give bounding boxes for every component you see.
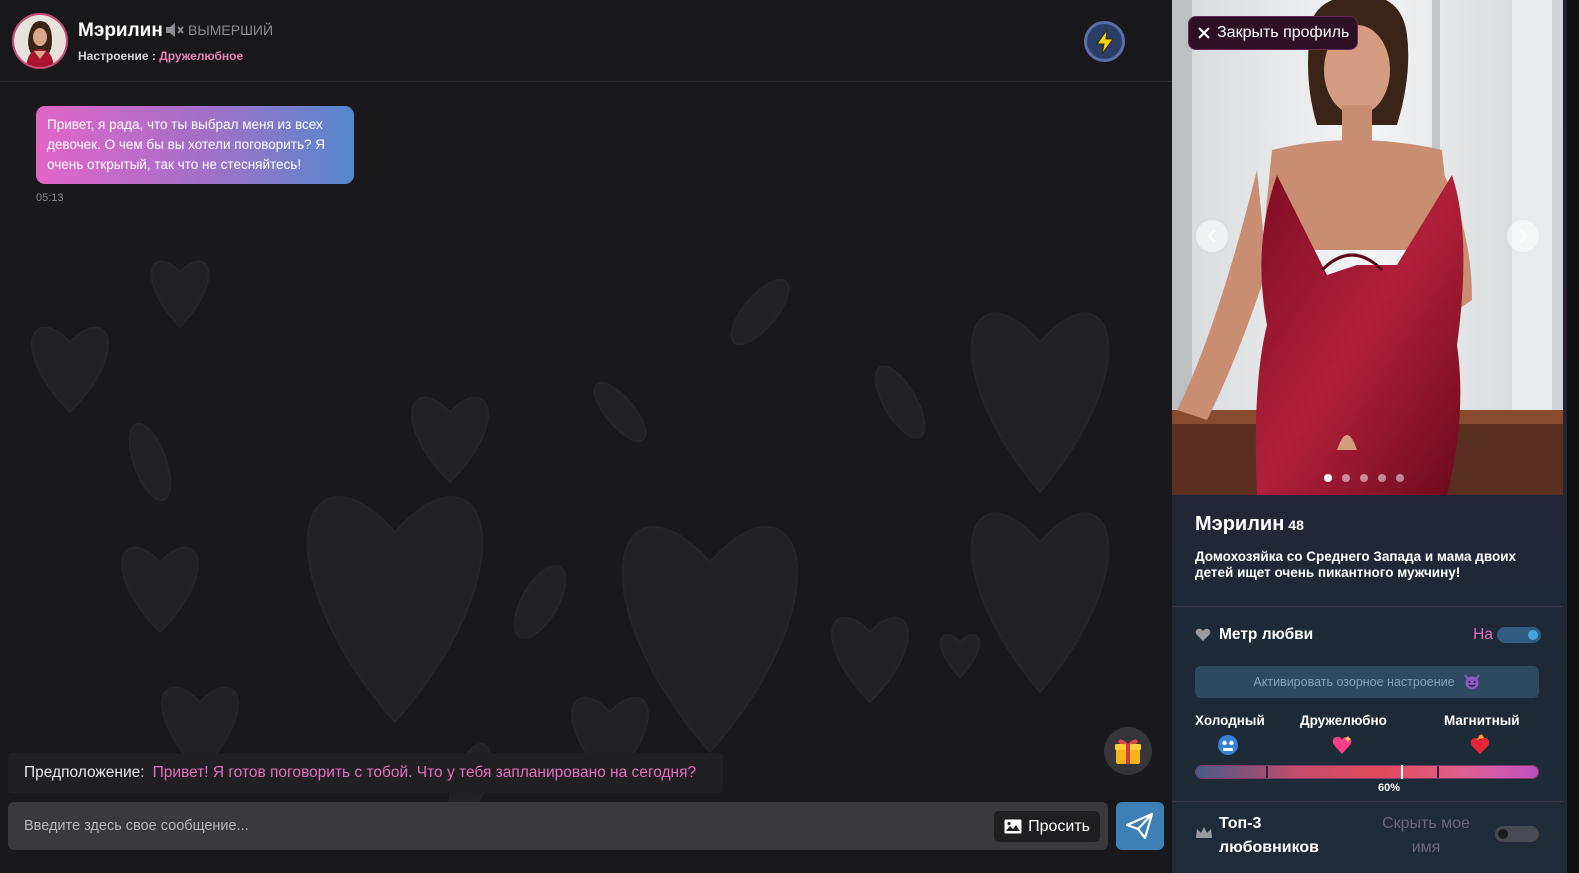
- chevron-right-icon: [1519, 229, 1528, 243]
- love-meter-toggle[interactable]: [1497, 627, 1541, 643]
- photo-dot[interactable]: [1324, 474, 1332, 482]
- mood-value: Дружелюбное: [159, 49, 244, 63]
- gift-button[interactable]: [1104, 727, 1152, 775]
- avatar[interactable]: [12, 13, 68, 69]
- scale-label-magnetic: Магнитный: [1444, 713, 1520, 728]
- message-bubble: Привет, я рада, что ты выбрал меня из вс…: [36, 106, 354, 184]
- close-profile-label: Закрыть профиль: [1217, 24, 1350, 41]
- composer: Просить: [8, 802, 1108, 850]
- image-icon: [1004, 819, 1022, 834]
- meter-tick: [1266, 766, 1268, 778]
- profile-panel: Закрыть профиль Мэрилин 48 Домохозяйка с…: [1172, 0, 1567, 873]
- meter-tick: [1437, 766, 1439, 778]
- character-name: Мэрилин: [78, 20, 163, 41]
- divider: [1172, 801, 1563, 802]
- suggestion-text[interactable]: Привет! Я готов поговорить с тобой. Что …: [153, 764, 697, 782]
- gift-icon: [1115, 739, 1141, 764]
- top3-lovers-row: Топ-3 любовников Скрыть мое имя: [1195, 810, 1541, 860]
- sparkling-heart-icon: [1331, 734, 1353, 761]
- mute-label: ВЫМЕРШИЙ: [188, 22, 274, 38]
- love-meter-percent: 60%: [1378, 782, 1401, 794]
- photo-prev-button[interactable]: [1196, 220, 1228, 252]
- suggestion-label: Предположение:: [24, 764, 145, 781]
- scale-label-friendly: Дружелюбно: [1300, 713, 1387, 728]
- suggestion-bar[interactable]: Предположение: Привет! Я готов поговорит…: [8, 753, 723, 793]
- hide-name-label: Скрыть мое имя: [1382, 815, 1470, 856]
- hide-name-toggle[interactable]: [1495, 826, 1539, 842]
- toggle-knob: [1528, 630, 1538, 640]
- photo-dot[interactable]: [1378, 474, 1386, 482]
- photo-dots: [1324, 474, 1404, 482]
- activate-naughty-mood-button[interactable]: Активировать озорное настроение: [1195, 666, 1539, 698]
- photo-dot[interactable]: [1360, 474, 1368, 482]
- profile-description: Домохозяйка со Среднего Запада и мама дв…: [1195, 549, 1517, 580]
- love-meter-row: Метр любви На: [1195, 624, 1541, 646]
- avatar-image: [14, 15, 66, 67]
- top3-label: Топ-3 любовников: [1219, 815, 1320, 856]
- close-icon: [1198, 27, 1210, 39]
- chat-header: Мэрилин ВЫМЕРШИЙ Настроение : Дружелюбно…: [0, 0, 1172, 82]
- mood-line: Настроение : Дружелюбное: [78, 49, 243, 63]
- photo-dot[interactable]: [1396, 474, 1404, 482]
- heart-icon: [1195, 628, 1211, 641]
- love-meter-toggle-label: На: [1473, 626, 1493, 643]
- chevron-left-icon: [1207, 229, 1216, 243]
- right-edge-strip: [1567, 0, 1579, 873]
- profile-photo: [1172, 0, 1563, 495]
- close-profile-button[interactable]: Закрыть профиль: [1188, 16, 1359, 50]
- love-meter-label: Метр любви: [1219, 626, 1314, 643]
- send-icon: [1125, 812, 1154, 840]
- speaker-muted-icon: [166, 23, 184, 37]
- profile-name-text: Мэрилин: [1195, 513, 1285, 535]
- mood-label: Настроение :: [78, 49, 156, 63]
- divider: [1172, 606, 1563, 607]
- profile-photo-carousel[interactable]: Закрыть профиль: [1172, 0, 1563, 495]
- app: Мэрилин ВЫМЕРШИЙ Настроение : Дружелюбно…: [0, 0, 1579, 873]
- profile-name: Мэрилин 48: [1195, 513, 1304, 536]
- boost-button[interactable]: [1084, 21, 1125, 62]
- love-scale-emojis: [1195, 734, 1541, 758]
- heart-on-fire-icon: [1469, 734, 1491, 761]
- ask-photo-button[interactable]: Просить: [994, 811, 1100, 842]
- cold-face-icon: [1217, 734, 1239, 761]
- devil-icon: [1463, 674, 1480, 690]
- profile-age: 48: [1288, 517, 1304, 533]
- crown-icon: [1196, 827, 1212, 838]
- love-meter-bar: [1195, 765, 1539, 779]
- send-button[interactable]: [1116, 802, 1164, 850]
- photo-next-button[interactable]: [1507, 220, 1539, 252]
- toggle-knob: [1498, 829, 1508, 839]
- scale-label-cold: Холодный: [1195, 713, 1265, 728]
- meter-marker: [1401, 765, 1403, 779]
- mute-toggle[interactable]: ВЫМЕРШИЙ: [165, 22, 273, 38]
- ask-label: Просить: [1028, 817, 1090, 835]
- love-scale-labels: Холодный Дружелюбно Магнитный: [1195, 713, 1541, 731]
- chat-panel: Мэрилин ВЫМЕРШИЙ Настроение : Дружелюбно…: [0, 0, 1172, 873]
- activate-label: Активировать озорное настроение: [1253, 675, 1455, 689]
- message-input[interactable]: [8, 802, 988, 850]
- photo-dot[interactable]: [1342, 474, 1350, 482]
- message-time: 05:13: [36, 192, 64, 204]
- lightning-icon: [1095, 28, 1114, 54]
